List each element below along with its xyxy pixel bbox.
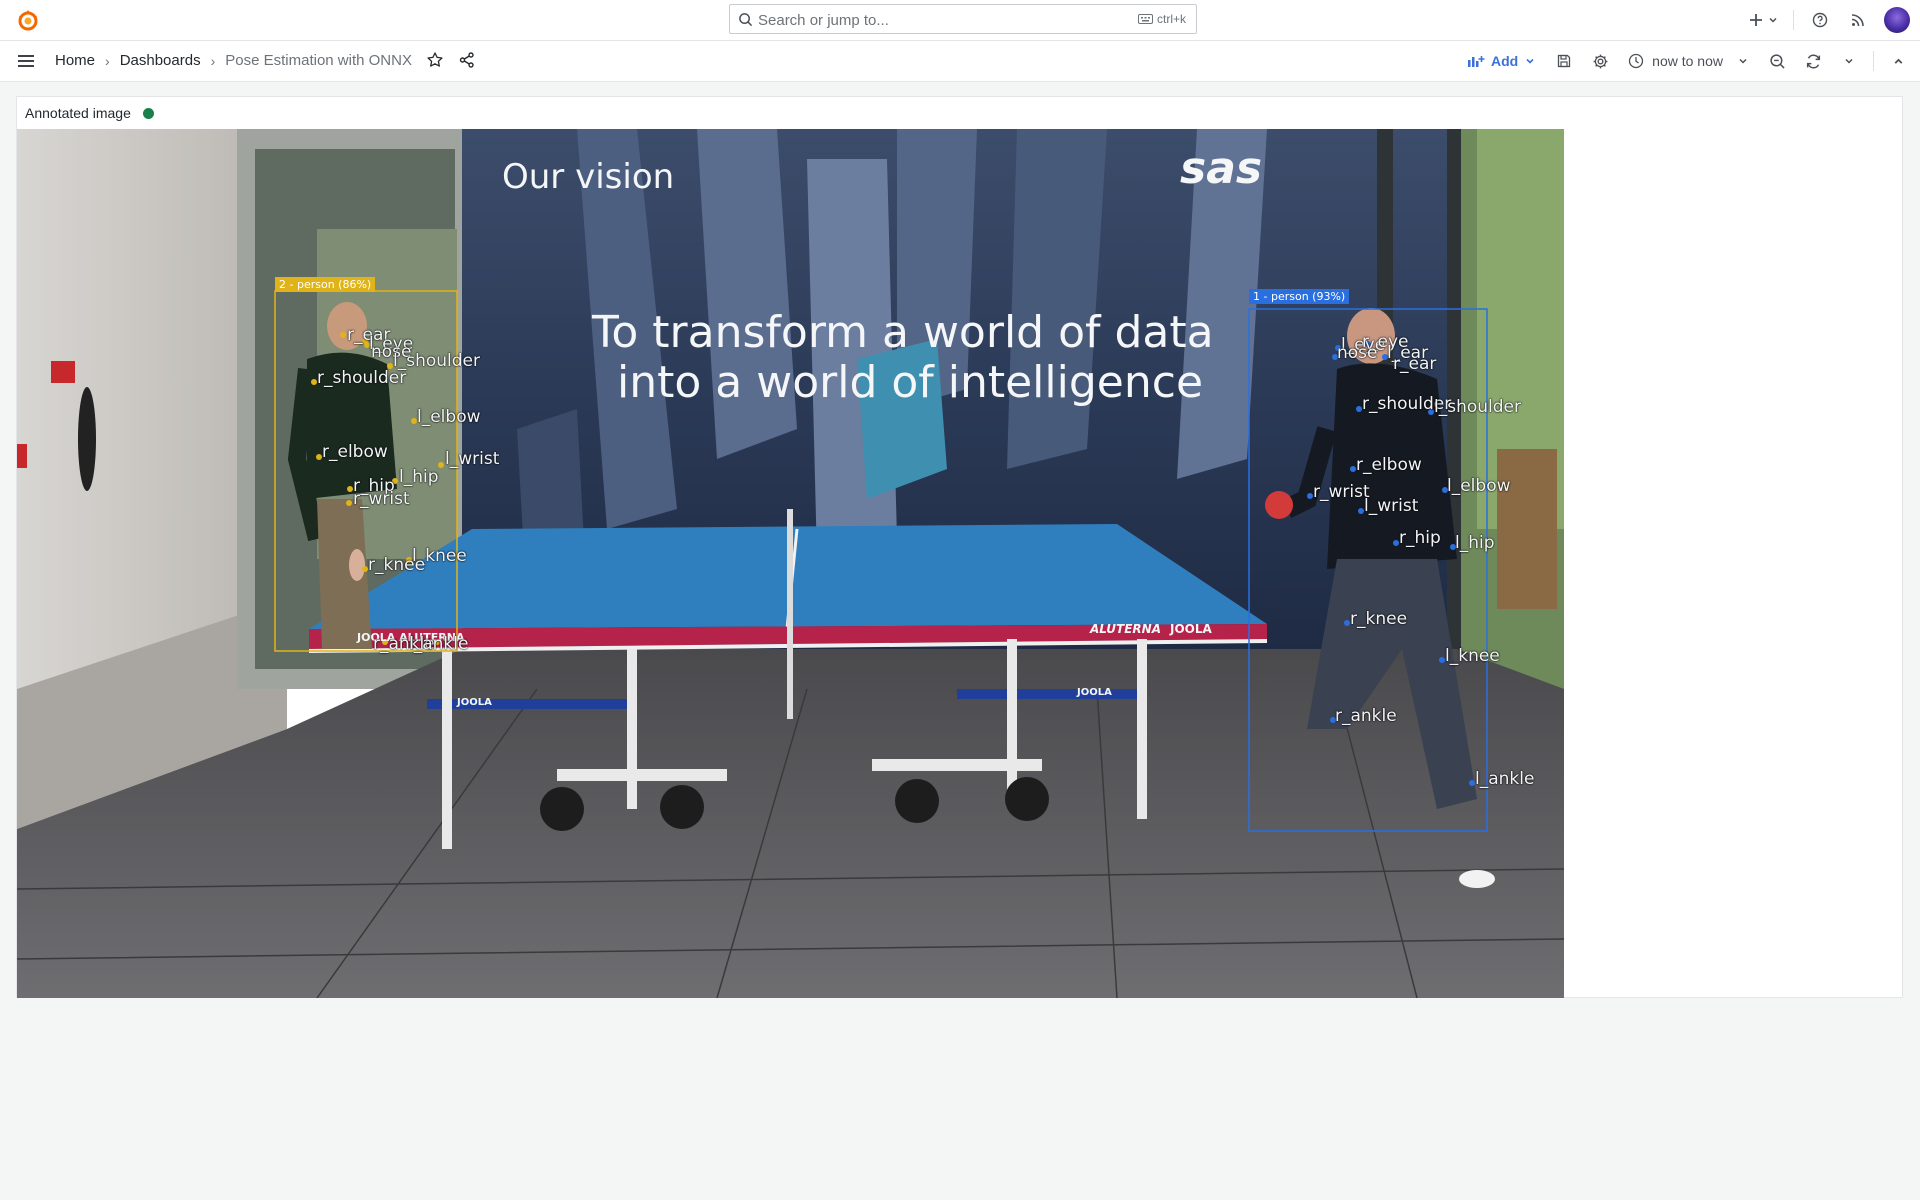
zoom-out-icon (1769, 53, 1785, 69)
chevron-right-icon: › (105, 52, 110, 69)
search-input[interactable]: Search or jump to... ctrl+k (729, 4, 1197, 34)
chevron-up-icon (1894, 58, 1902, 64)
chevron-down-icon (1739, 58, 1747, 64)
share-icon[interactable] (458, 51, 476, 69)
news-button[interactable] (1846, 6, 1870, 34)
grafana-logo-icon[interactable] (16, 8, 40, 32)
avatar[interactable] (1884, 7, 1910, 33)
collapse-button[interactable] (1886, 47, 1910, 75)
keypoint-label: r_elbow (322, 442, 388, 462)
keypoint-label: r_wrist (353, 489, 410, 509)
panel-header[interactable]: Annotated image (25, 105, 154, 121)
breadcrumb-home[interactable]: Home (55, 52, 95, 69)
keypoint-label: l_hip (399, 467, 439, 487)
plus-icon (1750, 14, 1762, 26)
keypoint-label: l_shoulder (1434, 397, 1521, 417)
dashboard-navbar: Home › Dashboards › Pose Estimation with… (0, 41, 1920, 82)
clock-icon (1629, 53, 1644, 69)
refresh-interval-button[interactable] (1837, 47, 1861, 75)
page-title: Pose Estimation with ONNX (225, 52, 412, 69)
image-panel: Annotated image Our vision To transform … (16, 96, 1903, 998)
search-icon (739, 13, 753, 27)
search-placeholder: Search or jump to... (758, 12, 889, 29)
annotated-image: Our vision To transform a world of data … (17, 129, 1564, 998)
save-icon (1558, 54, 1571, 68)
title-actions (426, 51, 476, 69)
time-range-label: now to now (1652, 53, 1723, 69)
breadcrumb: Home › Dashboards › Pose Estimation with… (55, 52, 412, 69)
chevron-right-icon: › (210, 52, 216, 69)
divider (1793, 10, 1794, 30)
save-dashboard-button[interactable] (1552, 47, 1576, 75)
chevron-down-icon (1845, 58, 1853, 64)
dashboard-settings-button[interactable] (1588, 47, 1612, 75)
menu-icon[interactable] (16, 51, 36, 71)
keypoint-label: l_wrist (1364, 496, 1419, 516)
keypoint-label: r_hip (1399, 528, 1441, 548)
keypoint-label: r_knee (1350, 609, 1408, 629)
keypoint-label: r_shoulder (317, 368, 407, 388)
refresh-button[interactable] (1801, 47, 1825, 75)
add-button[interactable]: Add (1463, 53, 1540, 69)
keypoint-label: l_wrist (445, 449, 500, 469)
mural-heading: Our vision (502, 157, 675, 197)
scene-illustration (17, 129, 1564, 998)
table-brand-right-1: ALUTERNA (1090, 622, 1161, 636)
net-brand-right: JOOLA (1077, 687, 1112, 698)
top-bar: Search or jump to... ctrl+k (0, 0, 1920, 41)
keyboard-icon (1137, 14, 1153, 24)
chevron-down-icon (1526, 58, 1534, 64)
keypoint-label: l_elbow (1447, 476, 1511, 496)
divider (1873, 51, 1874, 71)
top-right-actions (1749, 6, 1910, 34)
star-icon[interactable] (426, 51, 444, 69)
add-panel-icon (1467, 56, 1485, 67)
new-menu-button[interactable] (1749, 6, 1779, 34)
keypoint-label: nose (1337, 343, 1378, 363)
help-button[interactable] (1808, 6, 1832, 34)
detection-label-person-1: 1 - person (93%) (1249, 289, 1350, 304)
search-shortcut: ctrl+k (1137, 12, 1186, 26)
time-range-picker[interactable]: now to now (1624, 53, 1753, 69)
zoom-out-button[interactable] (1765, 47, 1789, 75)
mural-tagline-1: To transform a world of data (592, 307, 1214, 358)
dashboard-toolbar: Add now to now (1463, 47, 1910, 75)
gear-icon (1593, 54, 1608, 68)
keypoint-label: r_wrist (1313, 482, 1370, 502)
chevron-down-icon (1769, 17, 1777, 23)
keypoint-label: r_knee (368, 555, 426, 575)
fire-sign (51, 361, 75, 383)
keypoint-label: r_elbow (1356, 455, 1422, 475)
net-brand-left: JOOLA (457, 697, 492, 708)
keypoint-label: l_hip (1455, 533, 1495, 553)
status-dot-icon (142, 107, 154, 119)
detection-label-person-2: 2 - person (86%) (275, 277, 376, 292)
rss-icon (1851, 14, 1864, 27)
help-icon (1812, 12, 1828, 28)
keypoint-label: l_knee (1445, 646, 1500, 666)
keypoint-label: r_ear (1393, 354, 1437, 374)
keypoint-label: r_ankle (1335, 706, 1397, 726)
breadcrumb-dashboards[interactable]: Dashboards (120, 52, 201, 69)
table-brand-right-2: JOOLA (1170, 622, 1212, 636)
panel-title: Annotated image (25, 105, 131, 121)
refresh-icon (1806, 54, 1820, 68)
keypoint-label: l_elbow (417, 407, 481, 427)
keypoint-label: l_ankle (1475, 769, 1535, 789)
sas-logo: sas (1180, 143, 1263, 194)
mural-tagline-2: into a world of intelligence (617, 357, 1204, 408)
keypoint-label: l_ankle (409, 634, 469, 654)
